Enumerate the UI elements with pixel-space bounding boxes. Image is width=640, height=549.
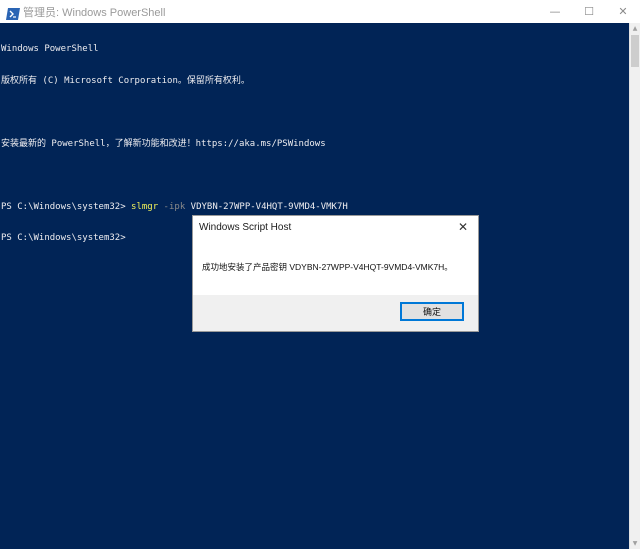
script-host-dialog: Windows Script Host ✕ 成功地安装了产品密钥 VDYBN-2… [192,215,479,332]
dialog-close-button[interactable]: ✕ [454,218,472,236]
scroll-thumb[interactable] [631,35,639,67]
cmdlet: slmgr [131,201,159,212]
minimize-button[interactable]: — [538,0,572,23]
command-line: PS C:\Windows\system32> slmgr -ipk VDYBN… [1,202,627,213]
console-line: Windows PowerShell [1,44,99,54]
scroll-down-icon[interactable]: ▼ [630,538,640,549]
prompt: PS C:\Windows\system32> [1,201,132,212]
dialog-title: Windows Script Host [199,222,292,233]
dialog-message: 成功地安装了产品密钥 VDYBN-27WPP-V4HQT-9VMD4-VMK7H… [202,262,453,272]
window-title: 管理员: Windows PowerShell [23,7,166,19]
console-line: 安装最新的 PowerShell，了解新功能和改进！https://aka.ms… [1,138,326,149]
dialog-content: Windows Script Host ✕ 成功地安装了产品密钥 VDYBN-2… [193,216,478,295]
maximize-button[interactable]: ☐ [572,0,606,23]
close-button[interactable]: ✕ [606,0,640,23]
parameter: -ipk [158,201,186,212]
argument: VDYBN-27WPP-V4HQT-9VMD4-VMK7H [185,201,348,212]
scroll-up-icon[interactable]: ▲ [630,23,640,34]
powershell-icon [6,5,20,20]
powershell-window: 管理员: Windows PowerShell — ☐ ✕ Windows Po… [0,0,640,549]
console-line: 版权所有 (C) Microsoft Corporation。保留所有权利。 [1,75,250,86]
vertical-scrollbar[interactable]: ▲ ▼ [629,23,640,549]
ok-button[interactable]: 确定 [400,302,464,321]
title-bar[interactable]: 管理员: Windows PowerShell — ☐ ✕ [0,0,640,23]
